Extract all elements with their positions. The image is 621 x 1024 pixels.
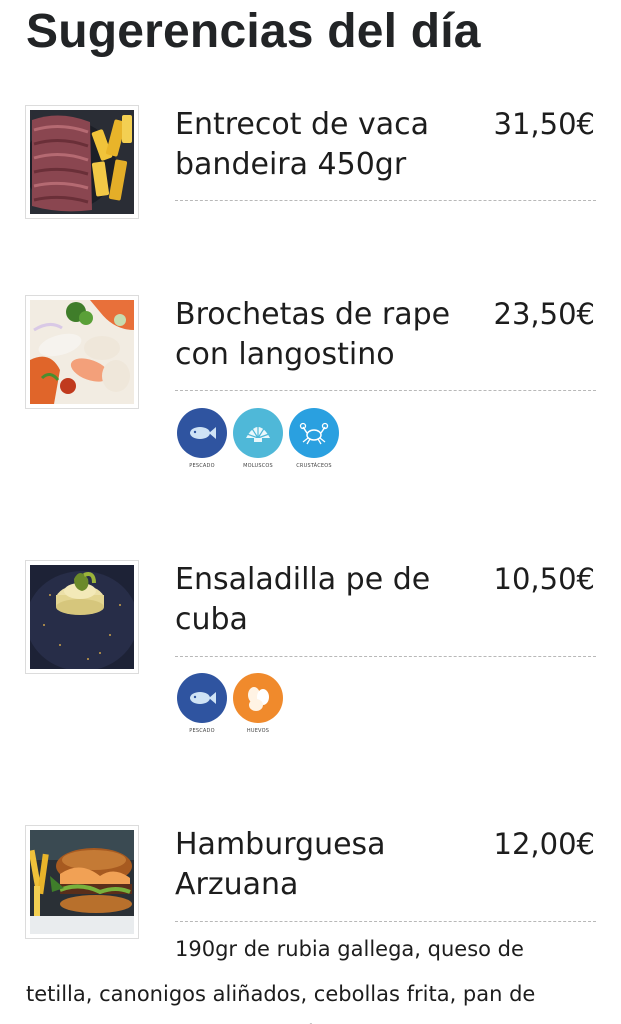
crab-icon	[289, 408, 339, 458]
dish-thumbnail[interactable]	[25, 295, 139, 409]
dish-thumbnail[interactable]	[25, 105, 139, 219]
allergen-eggs: HUEVOS	[232, 673, 284, 735]
dish-thumbnail[interactable]	[25, 825, 139, 939]
dish-price: 31,50€	[493, 107, 595, 141]
monkfish-prawn-skewers-photo	[30, 300, 134, 404]
allergen-fish: PESCADO	[176, 408, 228, 470]
dish-price: 10,50€	[493, 562, 595, 596]
burger-photo	[30, 830, 134, 934]
dish-price: 23,50€	[493, 297, 595, 331]
dish-name[interactable]: Brochetas de rape con langostino	[175, 295, 465, 375]
dashed-divider	[175, 921, 596, 922]
dish-name[interactable]: Entrecot de vaca bandeira 450gr	[175, 105, 465, 185]
dashed-divider	[175, 656, 596, 657]
dashed-divider	[175, 200, 596, 201]
fish-icon	[177, 408, 227, 458]
dish-name[interactable]: Hamburguesa Arzuana	[175, 825, 465, 905]
dish-price: 12,00€	[493, 827, 595, 861]
page-title: Sugerencias del día	[26, 5, 481, 58]
russian-salad-photo	[30, 565, 134, 669]
dish-description-continued: tetilla, canonigos aliñados, cebollas fr…	[26, 982, 536, 1024]
eggs-icon	[233, 673, 283, 723]
allergen-fish: PESCADO	[176, 673, 228, 735]
dish-description: 190gr de rubia gallega, queso de	[175, 937, 524, 961]
dish-thumbnail[interactable]	[25, 560, 139, 674]
dashed-divider	[175, 390, 596, 391]
dish-name[interactable]: Ensaladilla pe de cuba	[175, 560, 465, 640]
fish-icon	[177, 673, 227, 723]
steak-with-fries-photo	[30, 110, 134, 214]
allergen-crustaceans: CRUSTÁCEOS	[288, 408, 340, 470]
allergen-molluscs: MOLUSCOS	[232, 408, 284, 470]
shell-icon	[233, 408, 283, 458]
